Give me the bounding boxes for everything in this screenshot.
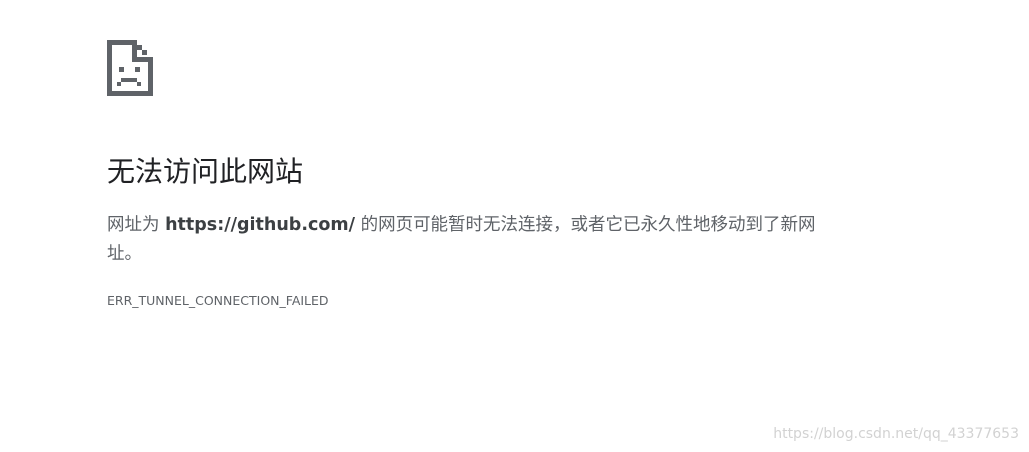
error-message: 网址为 https://github.com/ 的网页可能暂时无法连接，或者它已… bbox=[107, 211, 847, 269]
watermark: https://blog.csdn.net/qq_43377653 bbox=[773, 426, 1019, 442]
page-title: 无法访问此网站 bbox=[107, 155, 304, 188]
sad-page-icon bbox=[107, 40, 153, 96]
error-page: 无法访问此网站 网址为 https://github.com/ 的网页可能暂时无… bbox=[0, 0, 1029, 452]
error-code: ERR_TUNNEL_CONNECTION_FAILED bbox=[107, 293, 329, 308]
message-prefix: 网址为 bbox=[107, 215, 166, 235]
error-url: https://github.com/ bbox=[165, 215, 355, 235]
